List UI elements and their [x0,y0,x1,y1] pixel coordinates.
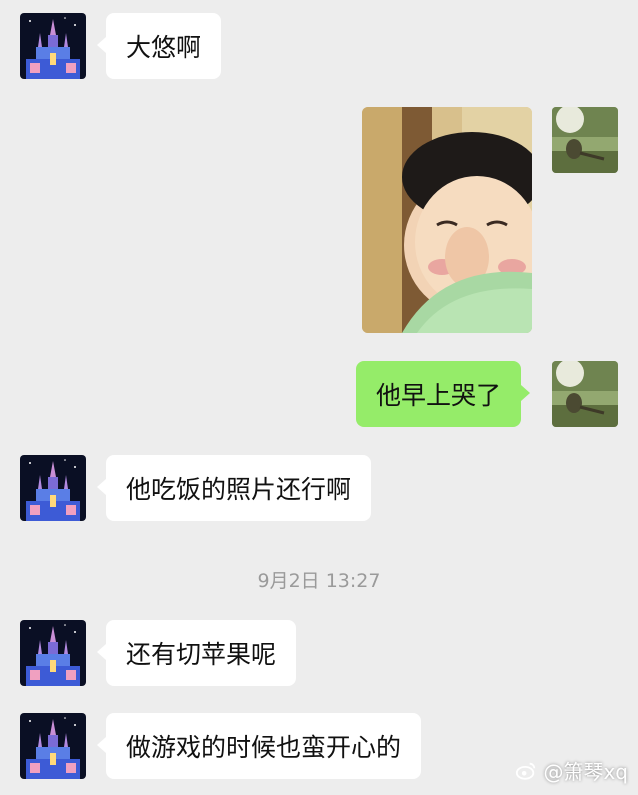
my-avatar[interactable] [552,361,618,427]
message-bubble-incoming[interactable]: 还有切苹果呢 [96,620,297,686]
message-bubble-incoming[interactable]: 做游戏的时候也蛮开心的 [96,713,422,779]
chat-timestamp: 9月2日 13:27 [257,570,381,592]
watermark-text: @箫琴xq [543,760,628,784]
contact-avatar[interactable] [20,13,86,79]
contact-avatar[interactable] [20,620,86,686]
contact-avatar[interactable] [20,713,86,779]
contact-avatar[interactable] [20,455,86,521]
watermark: @箫琴xq [515,756,628,785]
message-bubble-incoming[interactable]: 大悠啊 [96,13,222,79]
message-bubble-outgoing[interactable]: 他早上哭了 [356,361,531,427]
sent-photo-crying-child[interactable] [362,107,532,333]
message-bubble-incoming[interactable]: 他吃饭的照片还行啊 [96,455,372,521]
weibo-logo-icon [516,762,536,780]
my-avatar[interactable] [552,107,618,173]
